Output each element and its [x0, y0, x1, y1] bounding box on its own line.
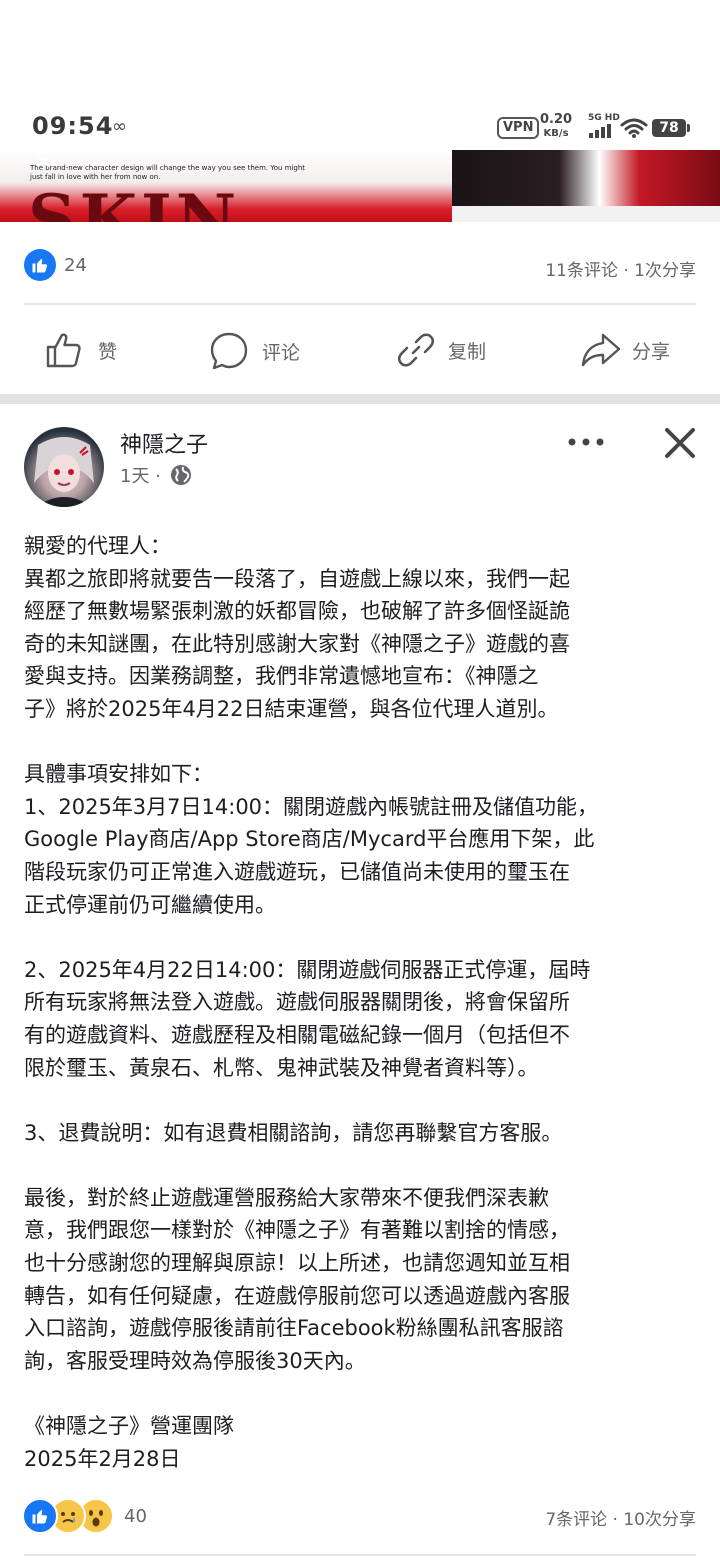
post-paragraph: 最後，對於終止遊戲運營服務給大家帶來不便我們深表歉 意，我們跟您一樣對於《神隱之…	[24, 1185, 570, 1373]
post-body: 親愛的代理人： 異都之旅即將就要告一段落了，自遊戲上線以來，我們一起 經歷了無數…	[24, 530, 700, 1475]
divider	[24, 303, 696, 305]
vpn-icon: VPN	[497, 117, 540, 139]
close-icon[interactable]	[664, 427, 696, 459]
prev-post-reactions[interactable]: 24	[24, 249, 87, 281]
like-count: 24	[64, 254, 87, 276]
avatar-illustration	[34, 437, 94, 507]
post-separator	[0, 394, 720, 404]
battery-icon: 78	[652, 119, 686, 137]
post-author-name[interactable]: 神隱之子	[120, 427, 208, 459]
post-meta: 1天 ·	[120, 462, 193, 488]
reaction-count: 40	[124, 1505, 147, 1527]
comment-button-label: 评论	[262, 341, 301, 364]
share-button-label: 分享	[632, 340, 671, 363]
like-reaction-icon	[24, 249, 56, 281]
post-paragraph: 3、退費說明：如有退費相關諮詢，請您再聯繫官方客服。	[24, 1120, 563, 1145]
more-options-icon[interactable]	[566, 432, 606, 452]
post-paragraph: 親愛的代理人： 異都之旅即將就要告一段落了，自遊戲上線以來，我們一起 經歷了無數…	[24, 534, 570, 721]
status-time: 09:54	[32, 112, 114, 140]
avatar[interactable]	[24, 427, 104, 507]
post-time: 1天 ·	[120, 466, 161, 487]
battery-tip	[687, 124, 690, 132]
banner-brand-text: SKIN	[28, 180, 241, 222]
post-paragraph: 具體事項安排如下： 1、2025年3月7日14:00：關閉遊戲內帳號註冊及儲值功…	[24, 762, 599, 917]
network-speed-unit: KB/s	[543, 128, 569, 139]
network-type-label: 5G HD	[588, 113, 620, 123]
banner-close-icon: ✕	[34, 150, 53, 175]
banner-right-strip	[452, 206, 720, 222]
share-button[interactable]: 分享	[580, 330, 670, 370]
post-image-banner[interactable]: SKIN The brand-new character design will…	[0, 150, 720, 222]
like-button-label: 赞	[98, 340, 118, 363]
banner-right-art	[452, 150, 720, 206]
divider	[24, 1554, 696, 1556]
prev-post-comments-shares[interactable]: 11条评论 · 1次分享	[545, 256, 696, 281]
share-icon	[581, 333, 621, 367]
globe-icon	[170, 465, 191, 485]
like-button[interactable]: 赞	[44, 330, 117, 370]
like-reaction-icon	[22, 1498, 58, 1534]
wifi-icon	[620, 118, 648, 138]
post-comments-shares[interactable]: 7条评论 · 10次分享	[545, 1505, 696, 1530]
comment-icon	[210, 332, 248, 370]
banner-tagline: The brand-new character design will chan…	[30, 164, 306, 181]
post-paragraph: 《神隱之子》營運團隊 2025年2月28日	[24, 1414, 234, 1471]
comment-button[interactable]: 评论	[208, 330, 300, 372]
post-reactions[interactable]: 40	[22, 1498, 147, 1534]
network-speed: 0.20 KB/s	[540, 113, 572, 141]
copy-button-label: 复制	[448, 340, 487, 363]
signal-icon	[589, 124, 611, 138]
network-speed-value: 0.20	[540, 112, 573, 127]
infinity-icon: ∞	[112, 116, 127, 137]
thumbs-up-icon	[46, 333, 81, 368]
post-paragraph: 2、2025年4月22日14:00：關閉遊戲伺服器正式停運，屆時 所有玩家將無法…	[24, 957, 591, 1080]
link-icon	[397, 333, 435, 367]
copy-button[interactable]: 复制	[396, 330, 486, 370]
